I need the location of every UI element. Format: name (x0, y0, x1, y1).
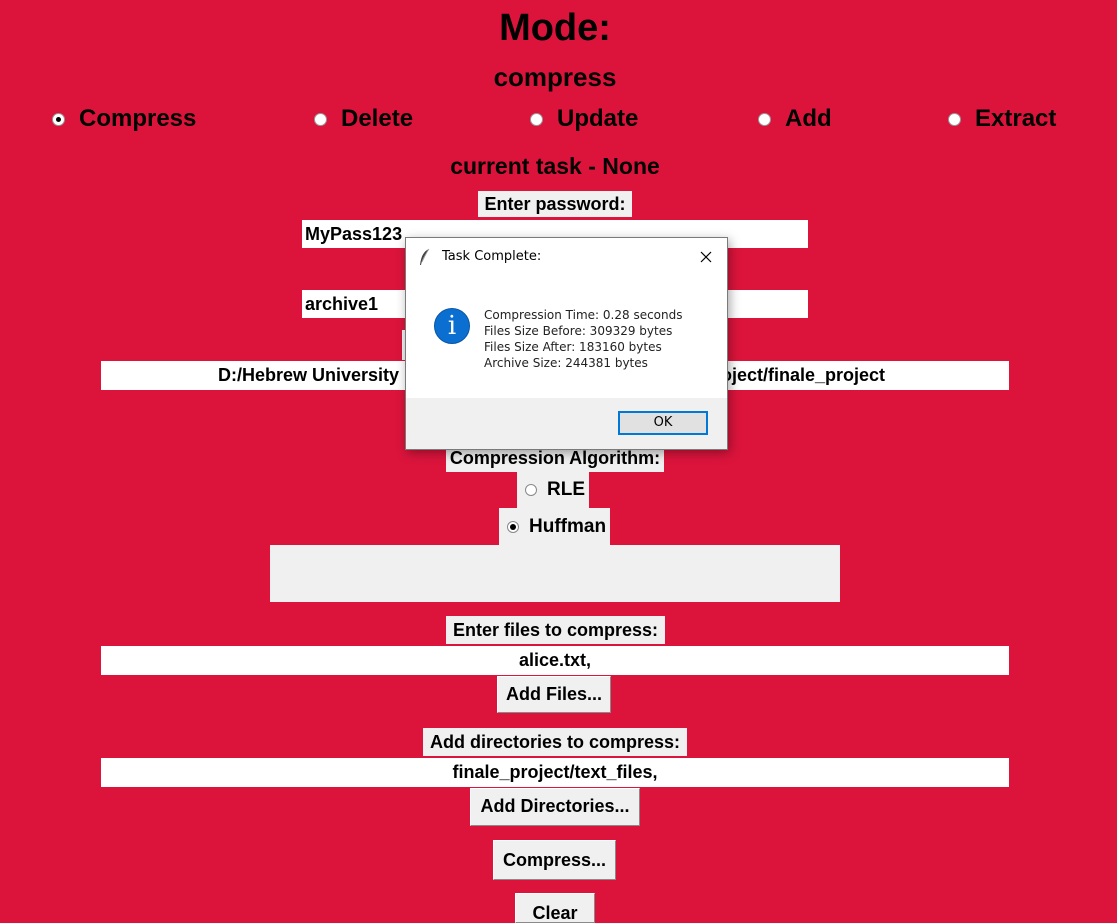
files-label: Enter files to compress: (446, 616, 665, 644)
clear-button[interactable]: Clear (515, 893, 595, 923)
radio-unselected-icon (948, 112, 961, 126)
add-files-button[interactable]: Add Files... (497, 676, 611, 713)
radio-delete-label: Delete (341, 105, 414, 132)
dialog-line: Compression Time: 0.28 seconds (484, 308, 683, 322)
radio-unselected-icon (530, 112, 543, 126)
current-task-label: current task - None (450, 153, 660, 179)
output-path-right-text: oject/finale_project (721, 365, 886, 385)
close-icon[interactable] (693, 244, 719, 270)
radio-huffman[interactable]: Huffman (499, 508, 610, 545)
dialog-footer: OK (406, 398, 727, 449)
radio-delete[interactable]: Delete (314, 104, 413, 134)
password-label: Enter password: (478, 191, 632, 217)
radio-unselected-icon (314, 112, 327, 126)
dialog-line: Files Size Before: 309329 bytes (484, 324, 673, 338)
output-path-left-text: D:/Hebrew University (218, 365, 400, 385)
compress-button[interactable]: Compress... (493, 840, 616, 880)
radio-compress[interactable]: Compress (52, 104, 196, 134)
radio-update-label: Update (557, 105, 639, 132)
info-icon: i (434, 308, 470, 344)
directories-label: Add directories to compress: (423, 728, 687, 756)
radio-unselected-icon (758, 112, 771, 126)
dialog-line: Archive Size: 244381 bytes (484, 356, 648, 370)
dialog-line: Files Size After: 183160 bytes (484, 340, 662, 354)
radio-extract[interactable]: Extract (948, 104, 1056, 134)
radio-huffman-label: Huffman (529, 515, 607, 537)
ok-button[interactable]: OK (618, 411, 708, 435)
add-directories-button[interactable]: Add Directories... (470, 788, 640, 826)
radio-selected-icon (52, 112, 65, 126)
directories-field[interactable]: finale_project/text_files, (101, 758, 1009, 787)
radio-update[interactable]: Update (530, 104, 638, 134)
radio-selected-icon (507, 520, 519, 533)
dialog-body: i Compression Time: 0.28 seconds Files S… (406, 276, 727, 398)
radio-compress-label: Compress (79, 105, 197, 132)
radio-extract-label: Extract (975, 105, 1057, 132)
dialog-titlebar[interactable]: Task Complete: (406, 238, 727, 276)
radio-rle-label: RLE (547, 479, 585, 500)
task-complete-dialog: Task Complete: i Compression Time: 0.28 … (405, 237, 728, 450)
files-field[interactable]: alice.txt, (101, 646, 1009, 675)
radio-unselected-icon (525, 484, 537, 496)
empty-panel (270, 545, 840, 602)
mode-value: compress (493, 62, 617, 92)
mode-title: Mode: (499, 7, 611, 49)
feather-icon (420, 248, 430, 265)
dialog-title: Task Complete: (442, 249, 542, 264)
radio-rle[interactable]: RLE (517, 472, 589, 508)
dialog-message: Compression Time: 0.28 seconds Files Siz… (484, 307, 683, 371)
radio-add-label: Add (785, 105, 832, 132)
radio-add[interactable]: Add (758, 104, 832, 134)
